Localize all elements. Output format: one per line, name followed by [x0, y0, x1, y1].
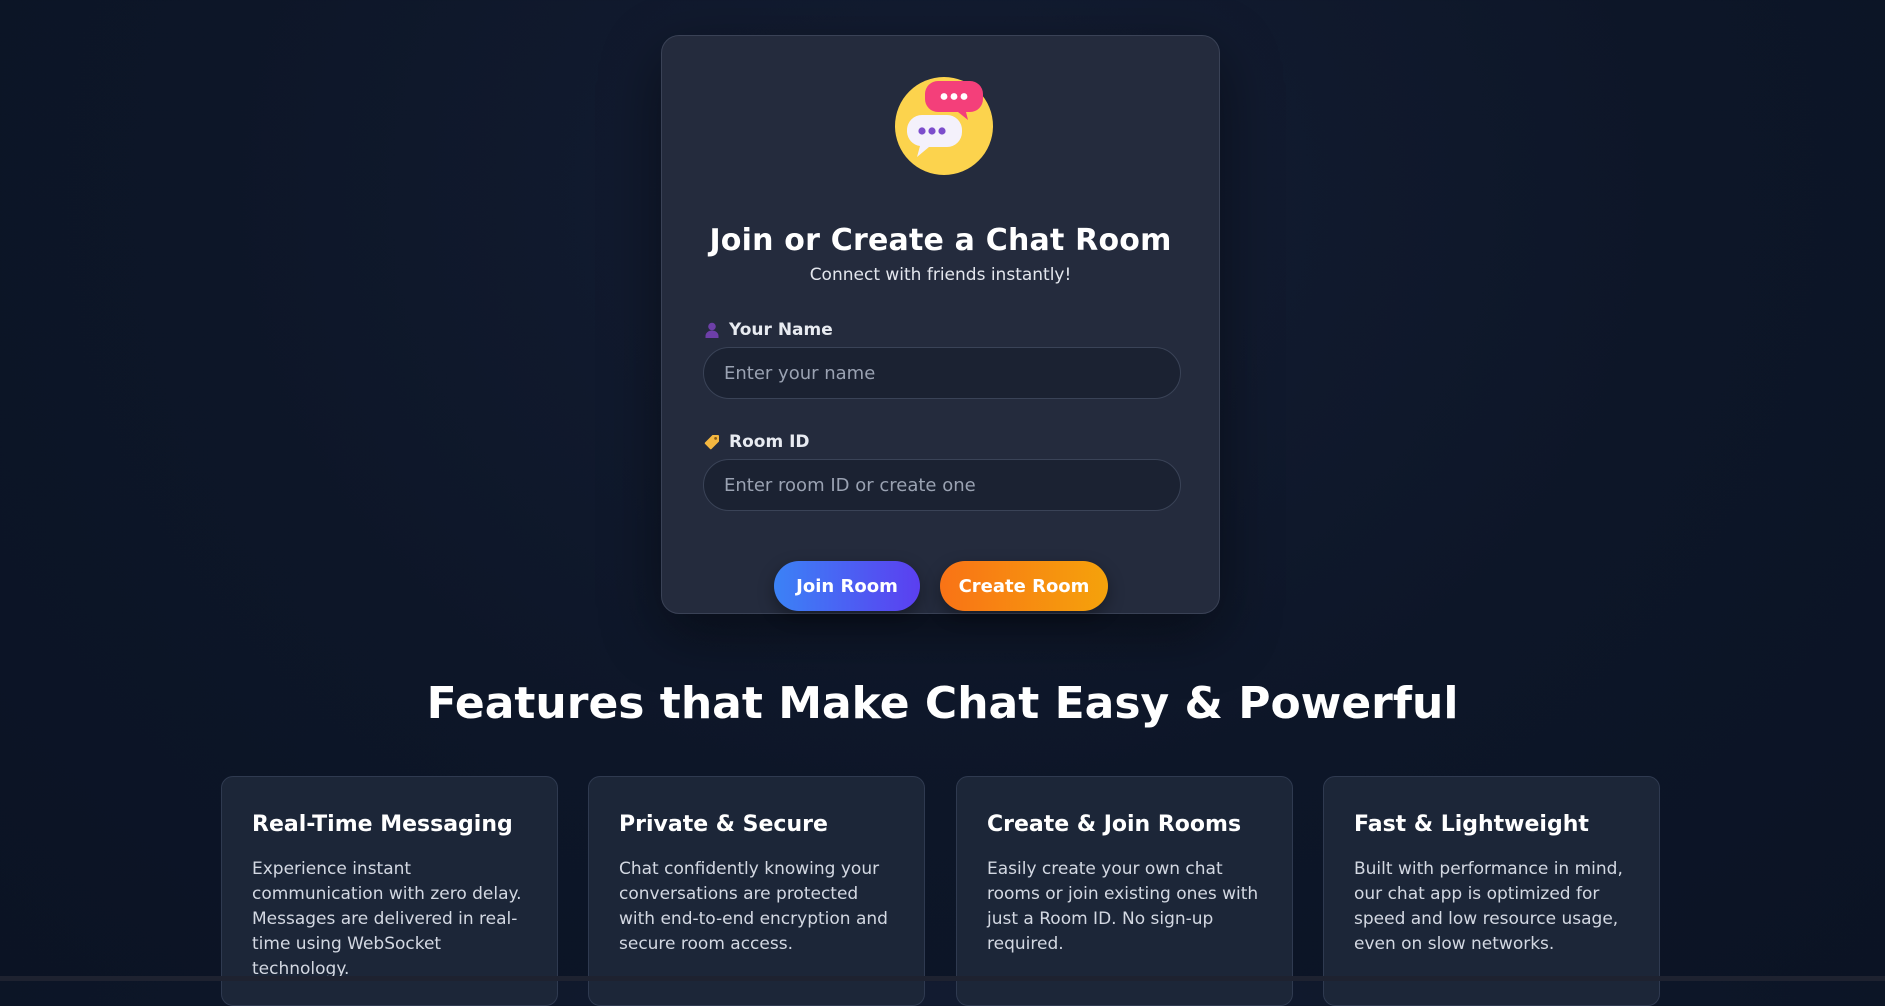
- feature-card: Private & Secure Chat confidently knowin…: [588, 776, 925, 1006]
- join-room-button[interactable]: Join Room: [774, 561, 920, 611]
- join-room-card: Join or Create a Chat Room Connect with …: [661, 35, 1220, 614]
- room-label-text: Room ID: [729, 432, 810, 452]
- name-label-text: Your Name: [729, 320, 833, 340]
- feature-description: Chat confidently knowing your conversati…: [619, 859, 888, 954]
- feature-description: Experience instant communication with ze…: [252, 859, 522, 979]
- name-input[interactable]: [703, 347, 1181, 399]
- user-icon: [703, 321, 721, 339]
- room-field-label: Room ID: [703, 430, 810, 454]
- feature-title: Fast & Lightweight: [1354, 812, 1589, 837]
- create-room-button[interactable]: Create Room: [940, 561, 1108, 611]
- feature-card: Create & Join Rooms Easily create your o…: [956, 776, 1293, 1006]
- feature-card: Real-Time Messaging Experience instant c…: [221, 776, 558, 1006]
- feature-title: Private & Secure: [619, 812, 828, 837]
- feature-card: Fast & Lightweight Built with performanc…: [1323, 776, 1660, 1006]
- card-subtitle: Connect with friends instantly!: [809, 265, 1072, 285]
- feature-title: Real-Time Messaging: [252, 812, 513, 837]
- chat-bubbles-icon: [895, 77, 993, 175]
- room-id-input[interactable]: [703, 459, 1181, 511]
- tag-icon: [703, 433, 721, 451]
- feature-description: Easily create your own chat rooms or joi…: [987, 859, 1259, 954]
- card-title: Join or Create a Chat Room: [709, 223, 1172, 258]
- features-heading: Features that Make Chat Easy & Powerful: [426, 678, 1459, 729]
- feature-title: Create & Join Rooms: [987, 812, 1242, 837]
- name-field-label: Your Name: [703, 318, 833, 342]
- window-bottom-edge: [0, 976, 1885, 981]
- feature-description: Built with performance in mind, our chat…: [1354, 859, 1623, 954]
